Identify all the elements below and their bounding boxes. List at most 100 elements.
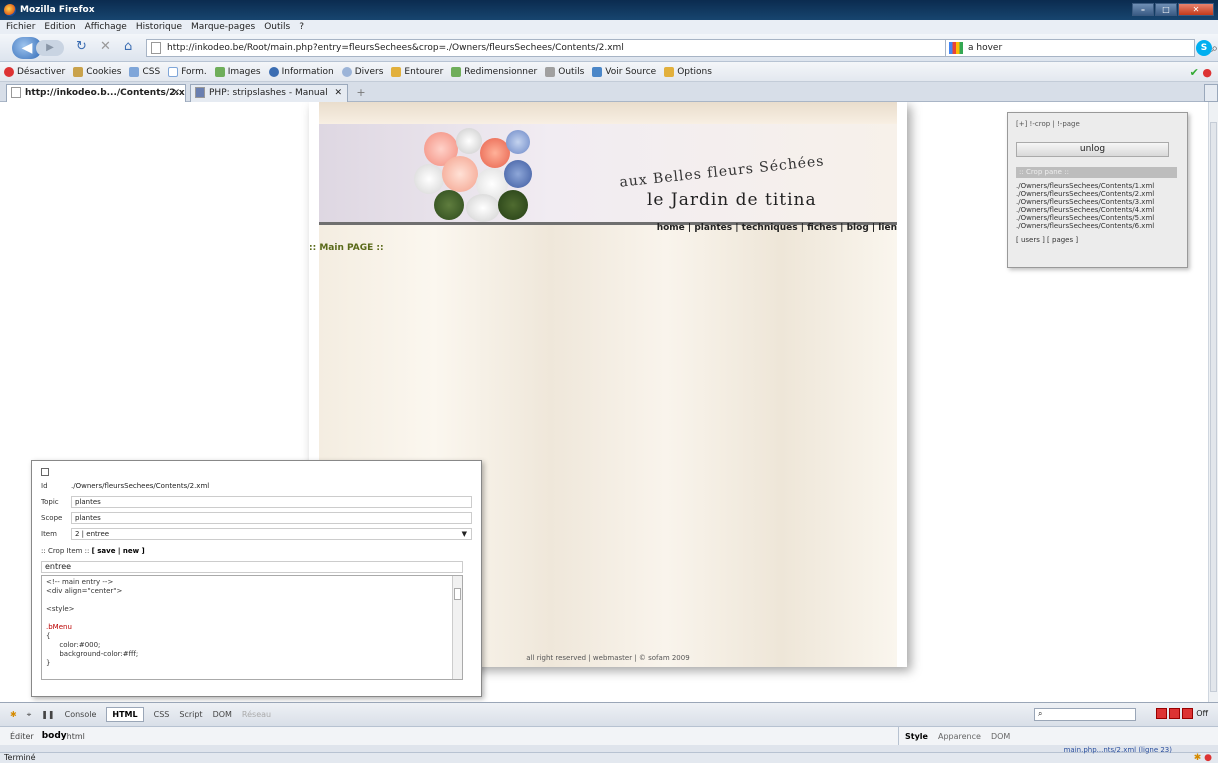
crop-file-link[interactable]: ./Owners/fleursSechees/Contents/5.xml — [1016, 214, 1179, 222]
reload-icon[interactable]: ↻ — [76, 39, 87, 54]
search-icon[interactable]: ⌕ — [1211, 40, 1218, 56]
edit-button[interactable]: Éditer — [10, 732, 34, 741]
firebug-bug-icon[interactable]: ✱ — [10, 710, 17, 719]
close-icon[interactable]: ✕ — [1178, 3, 1214, 16]
forward-button[interactable]: ▶ — [36, 40, 64, 56]
dev-disable[interactable]: Désactiver — [4, 66, 65, 77]
crop-file-link[interactable]: ./Owners/fleursSechees/Contents/1.xml — [1016, 182, 1179, 190]
crop-pane-header: :: Crop pane :: — [1016, 167, 1177, 178]
firebug-search-input[interactable]: ⌕ — [1034, 708, 1136, 721]
crop-file-link[interactable]: ./Owners/fleursSechees/Contents/4.xml — [1016, 206, 1179, 214]
dev-misc[interactable]: Divers — [341, 66, 383, 77]
status-icons: ✱ ● — [1194, 753, 1212, 763]
users-pages-links[interactable]: [ users ] [ pages ] — [1016, 236, 1179, 244]
tab-close-icon[interactable]: ✕ — [172, 85, 180, 101]
menu-historique[interactable]: Historique — [136, 22, 182, 32]
firebug-close-icon[interactable] — [1156, 708, 1168, 719]
google-icon — [949, 42, 963, 54]
tab-side-dom[interactable]: DOM — [991, 732, 1010, 741]
topic-label: Topic — [41, 498, 59, 506]
dev-forms[interactable]: Form. — [168, 66, 207, 77]
crop-file-link[interactable]: ./Owners/fleursSechees/Contents/3.xml — [1016, 198, 1179, 206]
menu-affichage[interactable]: Affichage — [85, 22, 127, 32]
breadcrumb-html[interactable]: html — [67, 732, 85, 741]
tab-dom[interactable]: DOM — [213, 710, 232, 719]
tab-style[interactable]: Style — [905, 732, 928, 741]
tab-script[interactable]: Script — [179, 710, 202, 719]
tab-apparence[interactable]: Apparence — [938, 732, 981, 741]
minimize-icon[interactable]: – — [1132, 3, 1154, 16]
menu-edition[interactable]: Edition — [44, 22, 75, 32]
inspect-icon[interactable]: ⌖ — [27, 710, 32, 720]
menu-help[interactable]: ? — [299, 22, 304, 32]
crop-file-link[interactable]: ./Owners/fleursSechees/Contents/6.xml — [1016, 222, 1179, 230]
id-label: Id — [41, 482, 48, 490]
main-page-label: :: Main PAGE :: — [309, 243, 384, 253]
tab-close-icon[interactable]: ✕ — [334, 85, 342, 101]
options-icon — [664, 66, 675, 77]
home-icon[interactable]: ⌂ — [124, 39, 132, 54]
skype-icon[interactable]: S — [1196, 40, 1212, 56]
tab-php-manual[interactable]: PHP: stripslashes - Manual ✕ — [190, 84, 348, 102]
menu-marque-pages[interactable]: Marque-pages — [191, 22, 255, 32]
site-nav[interactable]: home | plantes | techniques | fiches | b… — [319, 223, 897, 236]
window-title: Mozilla Firefox — [20, 5, 95, 15]
dev-information[interactable]: Information — [268, 66, 334, 77]
menu-fichier[interactable]: Fichier — [6, 22, 35, 32]
firebug-minimize-icon[interactable] — [1182, 708, 1194, 719]
dev-resize[interactable]: Redimensionner — [451, 66, 537, 77]
page-scrollbar[interactable] — [1208, 102, 1218, 702]
firebug-source-link[interactable]: main.php...nts/2.xml (ligne 23) — [1064, 745, 1172, 755]
editor-checkbox[interactable] — [41, 468, 49, 476]
firebug-window-controls: Off — [1154, 708, 1208, 719]
save-new-links[interactable]: [ save | new ] — [92, 547, 145, 555]
dev-outline[interactable]: Entourer — [391, 66, 443, 77]
dev-cookies[interactable]: Cookies — [73, 66, 121, 77]
tab-html[interactable]: HTML — [106, 707, 144, 722]
item-select[interactable]: 2 | entree ▼ — [71, 528, 472, 540]
page-icon — [11, 87, 21, 98]
scope-input[interactable]: plantes — [71, 512, 472, 524]
error-icon: ● — [1204, 753, 1212, 763]
validation-ok-icon[interactable]: ✔ ● — [1190, 66, 1212, 79]
pause-icon[interactable]: ❚❚ — [41, 710, 54, 719]
tab-console[interactable]: Console — [65, 710, 97, 719]
tab-list-button[interactable] — [1204, 84, 1218, 102]
stop-icon[interactable]: ✕ — [100, 39, 111, 54]
dev-options[interactable]: Options — [664, 66, 712, 77]
entree-input[interactable]: entree — [41, 561, 463, 573]
scope-label: Scope — [41, 514, 63, 522]
cookie-icon — [73, 66, 84, 77]
navigation-toolbar: ◀ ▶ ↻ ✕ ⌂ http://inkodeo.be/Root/main.ph… — [0, 34, 1218, 62]
firebug-panel: ✱ ⌖ ❚❚ Console HTML CSS Script DOM Résea… — [0, 702, 1218, 752]
menu-outils[interactable]: Outils — [264, 22, 290, 32]
flower-bouquet-image — [394, 124, 544, 222]
page-icon — [151, 42, 161, 54]
search-input[interactable]: a hover ⌕ — [945, 39, 1218, 57]
unlog-button[interactable]: unlog — [1016, 142, 1169, 157]
code-textarea[interactable]: <!-- main entry --> <div align="center">… — [41, 575, 463, 680]
topic-input[interactable]: plantes — [71, 496, 472, 508]
disable-icon — [4, 66, 14, 77]
dev-css[interactable]: CSS — [129, 66, 160, 77]
url-bar[interactable]: http://inkodeo.be/Root/main.php?entry=fl… — [146, 39, 966, 57]
crop-page-links[interactable]: [+] !-crop | !-page — [1016, 120, 1179, 128]
crop-file-list: ./Owners/fleursSechees/Contents/1.xml ./… — [1016, 182, 1179, 230]
tab-reseau[interactable]: Réseau — [242, 710, 271, 719]
tab-active[interactable]: http://inkodeo.b.../Contents/2.xml ✕ — [6, 84, 186, 102]
tab-bar: http://inkodeo.b.../Contents/2.xml ✕ PHP… — [0, 82, 1218, 102]
dev-tools[interactable]: Outils — [545, 66, 584, 77]
tab-css[interactable]: CSS — [154, 710, 170, 719]
window-controls: – □ ✕ — [1131, 3, 1214, 16]
dev-view-source[interactable]: Voir Source — [592, 66, 656, 77]
firebug-off[interactable]: Off — [1196, 709, 1208, 718]
new-tab-button[interactable]: + — [352, 84, 370, 102]
breadcrumb-body[interactable]: body — [42, 731, 67, 741]
code-scrollbar[interactable] — [452, 576, 462, 679]
dev-images[interactable]: Images — [214, 66, 261, 77]
maximize-icon[interactable]: □ — [1155, 3, 1177, 16]
crop-file-link[interactable]: ./Owners/fleursSechees/Contents/2.xml — [1016, 190, 1179, 198]
page-viewport: aux Belles fleurs Séchées le Jardin de t… — [0, 102, 1208, 702]
firebug-detach-icon[interactable] — [1169, 708, 1181, 719]
view-source-icon — [592, 66, 603, 77]
